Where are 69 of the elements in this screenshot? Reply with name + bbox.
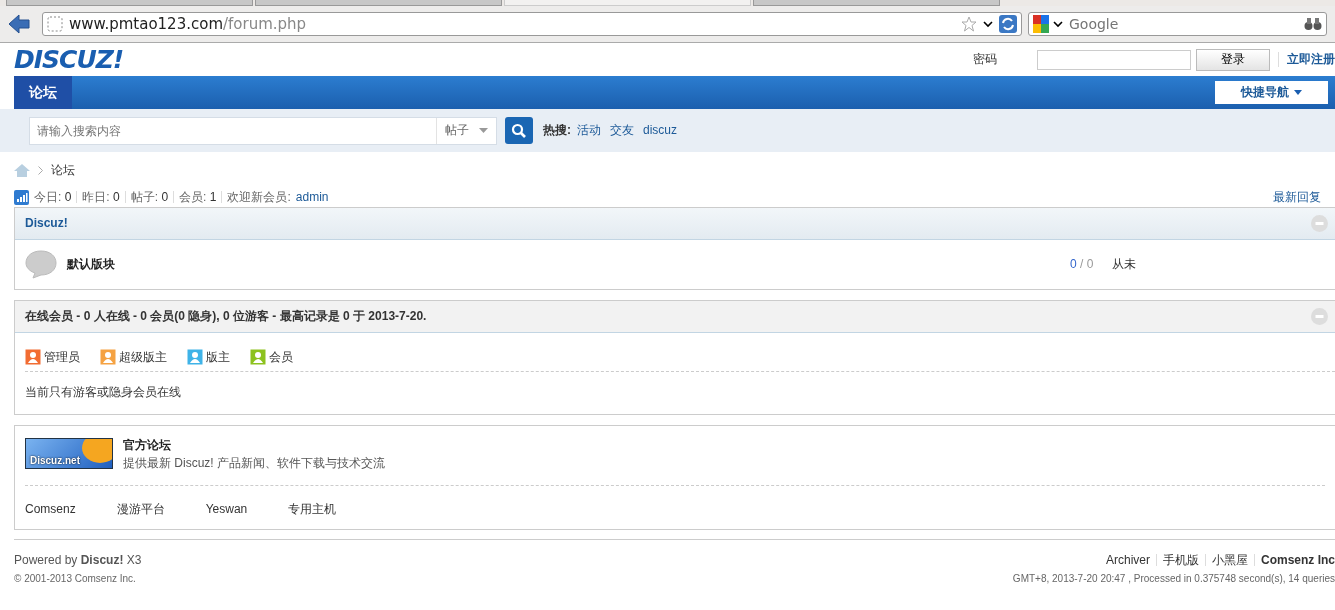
breadcrumb-link[interactable]: 论坛 [51,162,75,178]
caret-icon [479,128,488,133]
login-button[interactable]: 登录 [1196,48,1270,71]
hot-search-link[interactable]: 交友 [610,123,634,138]
search-type-select[interactable]: 帖子 [436,117,496,144]
last-post: 从未 [1112,257,1137,272]
hot-search-link[interactable]: 活动 [577,123,601,138]
friend-link[interactable]: 漫游平台 [116,502,165,517]
register-link[interactable]: 立即注册 [1278,52,1335,67]
home-icon[interactable] [14,163,30,177]
address-bar[interactable]: www.pmtao123.com/forum.php [42,12,1022,36]
footer-link[interactable]: Archiver [1105,552,1150,568]
friend-link[interactable]: Comsenz [25,502,76,517]
powered-by-text: Powered by Discuz! X3 [14,552,142,568]
legend-label: 版主 [206,349,230,365]
binoculars-icon[interactable] [1304,17,1322,31]
caret-icon [1294,90,1302,95]
link-description: 提供最新 Discuz! 产品新闻、软件下载与技术交流 [123,456,385,471]
friend-link[interactable]: Yeswan [205,502,248,517]
stat-text: 帖子: 0 [130,189,169,205]
page-icon [47,16,63,32]
password-label: 密码 [973,52,997,67]
forum-name[interactable]: 默认版块 [67,257,115,272]
latest-replies-link[interactable]: 最新回复 [1273,189,1321,205]
collapse-icon[interactable] [1311,215,1328,232]
hot-search-link[interactable]: discuz [643,123,677,138]
footer-link[interactable]: 手机版 [1163,552,1199,568]
collapse-icon[interactable] [1311,308,1328,325]
hot-search-label: 热搜: [543,123,571,138]
chevron-right-icon [38,165,43,175]
stat-text: 会员: 1 [179,189,217,205]
google-icon [1033,15,1049,33]
refresh-icon[interactable] [999,15,1017,33]
browser-tab[interactable] [255,0,502,6]
category-title[interactable]: Discuz! [25,216,68,231]
search-button[interactable] [505,117,533,144]
search-icon [511,122,527,139]
friend-link[interactable]: 专用主机 [288,502,337,517]
legend-label: 超级版主 [119,349,167,365]
footer-link[interactable]: 小黑屋 [1212,552,1248,568]
back-arrow-icon[interactable] [8,14,30,34]
stat-text: 昨日: 0 [82,189,120,205]
browser-tab[interactable] [753,0,1000,6]
legend-label: 会员 [269,349,293,365]
browser-tab[interactable] [504,0,751,6]
legend-label: 管理员 [44,349,80,365]
discuz-logo[interactable]: DISCUZ! [14,46,124,73]
search-field[interactable]: Google [1028,12,1327,36]
stat-text: 今日: 0 [34,189,72,205]
nav-tab[interactable]: 论坛 [14,76,72,109]
quick-nav-button[interactable]: 快捷导航 [1215,81,1328,104]
processing-info: GMT+8, 2013-7-20 20:47 , Processed in 0.375748 second(s), 14 queries [1012,572,1335,586]
link-title[interactable]: 官方论坛 [123,438,385,453]
footer-link[interactable]: Comsenz Inc [1261,552,1335,568]
browser-tab[interactable] [6,0,253,6]
thread-count: 0 / 0 [1070,257,1095,272]
search-field[interactable]: 请输入搜索内容 帖子 [29,116,497,145]
online-title: 在线会员 - 0 人在线 - 0 会员(0 隐身), 0 位游客 - 最高记录是 0 于 2013-7-20. [25,309,427,324]
member-link[interactable]: admin [295,189,329,205]
copyright-text: © 2001-2013 Comsenz Inc. [14,572,136,586]
welcome-text: 欢迎新会员: [227,189,291,205]
url-text: www.pmtao123.com/forum.php [69,14,308,34]
star-icon[interactable] [961,16,977,32]
chevron-down-icon[interactable] [1053,20,1063,28]
chevron-down-icon[interactable] [983,20,993,28]
online-note: 当前只有游客或隐身会员在线 [25,371,1335,414]
password-field[interactable] [1037,49,1191,70]
chart-icon [14,189,29,205]
speech-bubble-icon [25,250,57,279]
